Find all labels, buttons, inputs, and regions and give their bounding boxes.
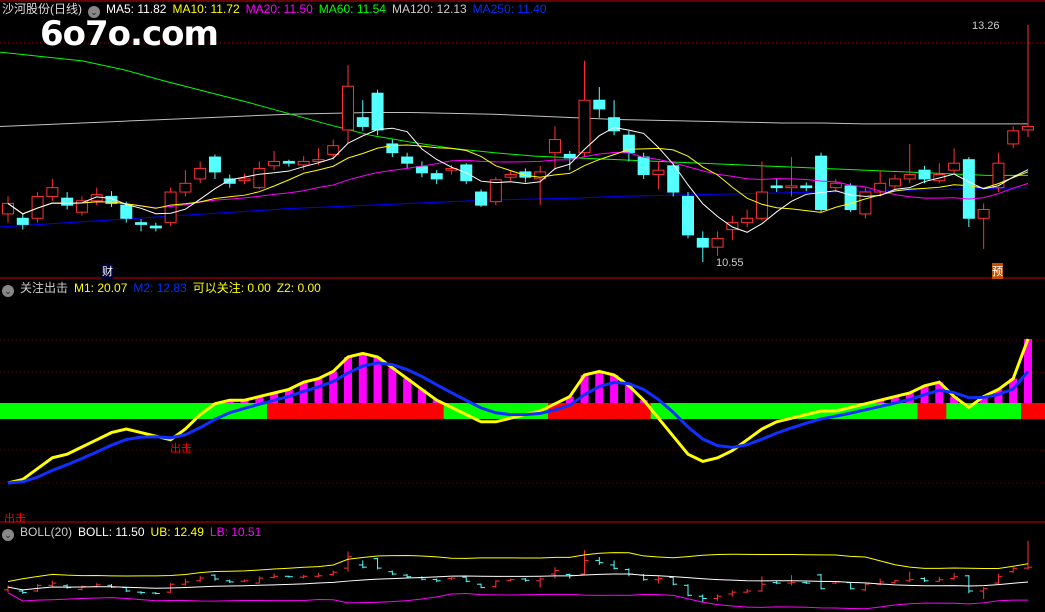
candle-body xyxy=(1007,130,1020,145)
candle-body xyxy=(741,217,754,224)
candle-body xyxy=(238,178,251,182)
candle-body xyxy=(371,92,384,131)
indicator-bar xyxy=(358,353,367,403)
high-price-label: 13.26 xyxy=(972,20,1000,32)
candle-body xyxy=(149,225,162,229)
ma10-line xyxy=(7,144,1029,215)
candle-body xyxy=(977,209,990,219)
chevron-down-icon[interactable]: ⌄ xyxy=(2,529,14,541)
candle-body xyxy=(415,166,428,174)
candle-body xyxy=(682,195,694,236)
m1-label: M1: 20.07 xyxy=(74,281,128,295)
ma120-line xyxy=(0,111,1028,127)
candle-body xyxy=(253,167,266,189)
boll-ub-line xyxy=(7,552,1029,582)
candle-body xyxy=(297,160,310,166)
candle-body xyxy=(578,99,591,154)
candle-body xyxy=(948,162,961,171)
candle-body xyxy=(829,182,842,189)
candle-body xyxy=(135,222,148,225)
ub-label: UB: 12.49 xyxy=(150,525,204,539)
signal-band-red xyxy=(547,403,651,419)
candle-body xyxy=(46,187,59,197)
ma60-line xyxy=(0,51,1028,176)
ma250-label: MA250: 11.40 xyxy=(472,2,547,16)
candle-body xyxy=(194,167,207,180)
candle-body xyxy=(179,182,192,193)
ma120-label: MA120: 12.13 xyxy=(391,2,467,16)
indicator-title: 关注出击 xyxy=(20,281,69,295)
candle-body xyxy=(2,202,14,215)
candle-body xyxy=(608,117,621,132)
chevron-down-icon[interactable]: ⌄ xyxy=(2,285,14,297)
candle-body xyxy=(888,178,901,187)
candle-body xyxy=(800,185,813,189)
candle-body xyxy=(548,139,561,154)
indicator-bar xyxy=(610,375,619,403)
indicator-bar xyxy=(314,378,323,403)
candle-body xyxy=(770,185,783,189)
candle-body xyxy=(61,197,74,206)
boll-title: BOLL(20) xyxy=(20,525,73,539)
candle-body xyxy=(622,134,635,154)
candle-body xyxy=(593,99,606,110)
candle-body xyxy=(903,174,916,180)
signal-label: 出击 xyxy=(4,513,26,525)
lb-label: LB: 10.51 xyxy=(209,525,262,539)
ma20-label: MA20: 11.50 xyxy=(245,2,313,16)
candle-body xyxy=(563,153,576,159)
candle-body xyxy=(327,145,340,155)
candle-body xyxy=(31,195,44,219)
indicator-bar xyxy=(388,367,397,403)
candle-body xyxy=(475,191,488,206)
candle-body xyxy=(120,204,133,219)
candle-body xyxy=(504,174,517,178)
boll-header: ⌄ BOLL(20) BOLL: 11.50 UB: 12.49 LB: 10.51 xyxy=(2,524,267,541)
candle-body xyxy=(696,237,709,248)
signal-label: 出击 xyxy=(170,443,192,455)
candle-body xyxy=(844,185,857,211)
m2-line xyxy=(7,361,1030,485)
candle-body xyxy=(208,156,221,173)
low-price-label: 10.55 xyxy=(716,257,744,269)
indicator-bar xyxy=(329,371,338,403)
indicator-header: ⌄ 关注出击 M1: 20.07 M2: 12.83 可以关注: 0.00 Z2: 0.0… xyxy=(2,280,327,297)
candle-body xyxy=(859,191,872,215)
candle-body xyxy=(16,217,29,225)
candle-body xyxy=(401,156,414,164)
financial-marker[interactable]: 财 xyxy=(102,263,113,279)
forecast-marker[interactable]: 预 xyxy=(992,263,1003,279)
candle-body xyxy=(815,155,828,211)
candle-body xyxy=(711,237,724,248)
candle-body xyxy=(430,173,443,180)
boll-label: BOLL: 11.50 xyxy=(78,525,145,539)
indicator-bar xyxy=(344,357,352,403)
boll-mid-line xyxy=(7,573,1029,591)
candle-body xyxy=(282,160,295,164)
candle-body xyxy=(652,169,665,176)
boll-lb-line xyxy=(7,592,1029,610)
candle-body xyxy=(962,159,975,219)
candle-body xyxy=(342,85,354,131)
stock-chart xyxy=(0,0,1045,610)
candle-body xyxy=(637,156,650,176)
z2-label: Z2: 0.00 xyxy=(276,281,321,295)
candle-body xyxy=(268,160,281,167)
candle-body xyxy=(356,117,369,127)
signal-band-red xyxy=(1021,403,1045,419)
candle-body xyxy=(785,185,798,189)
candle-body xyxy=(1022,125,1034,131)
ma60-label: MA60: 11.54 xyxy=(318,2,386,16)
signal-band-red xyxy=(267,403,444,419)
m2-label: M2: 12.83 xyxy=(133,281,187,295)
kyg-label: 可以关注: 0.00 xyxy=(192,281,271,295)
signal-band-red xyxy=(917,403,947,419)
watermark-logo: 6o7o.com xyxy=(40,14,219,54)
candle-body xyxy=(918,169,931,180)
